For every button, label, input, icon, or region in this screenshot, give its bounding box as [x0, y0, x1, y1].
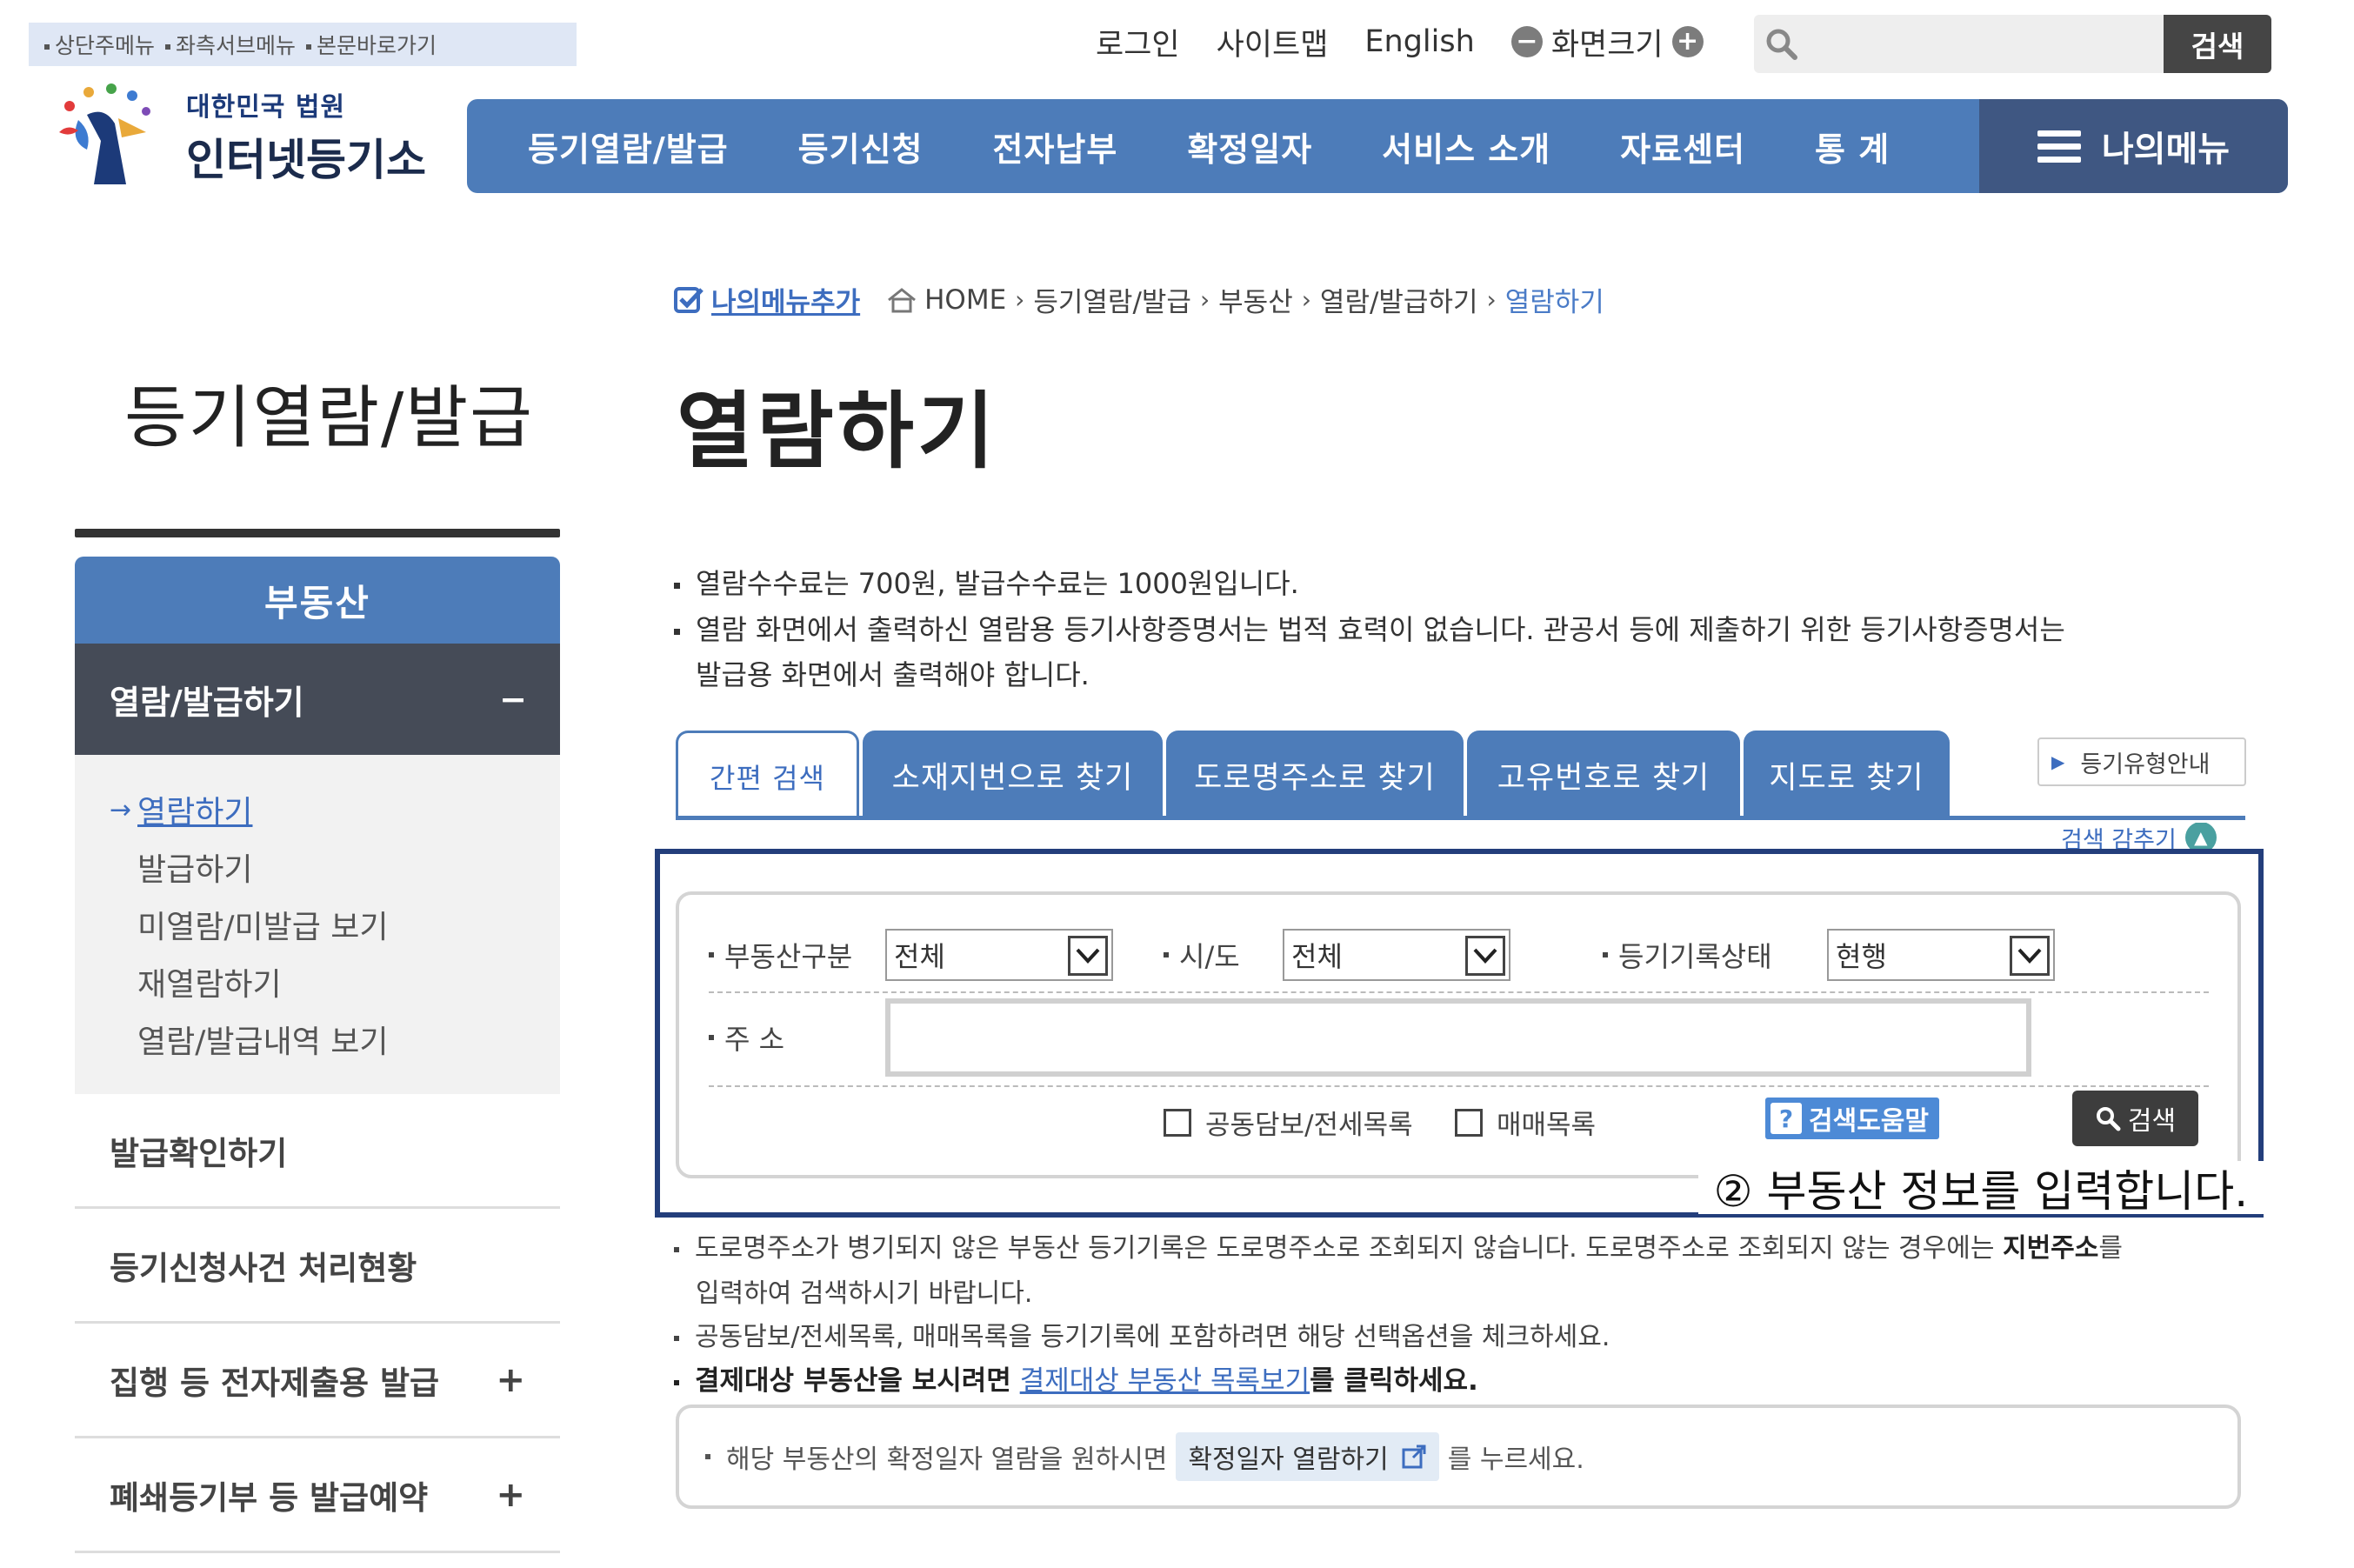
zoom-control: − 화면크기 +	[1510, 20, 1704, 64]
breadcrumb-current: 열람하기	[1504, 287, 1604, 318]
sitemap-link[interactable]: 사이트맵	[1217, 20, 1329, 64]
checkbox-checked-icon	[674, 286, 704, 313]
notice-legal: 열람 화면에서 출력하신 열람용 등기사항증명서는 법적 효력이 없습니다. 관…	[674, 607, 2065, 697]
search-icon	[1754, 27, 1811, 62]
chevron-up-icon: ▲	[2184, 823, 2217, 852]
gnb-item-registry-view[interactable]: 등기열람/발급	[493, 123, 764, 170]
section-title: 등기열람/발급	[124, 379, 534, 457]
english-link[interactable]: English	[1364, 24, 1474, 59]
hide-search-toggle[interactable]: 검색 감추기 ▲	[2061, 823, 2217, 852]
side-nav-item-issue-check[interactable]: 발급확인하기	[75, 1094, 560, 1209]
page-title: 열람하기	[677, 383, 998, 480]
home-icon	[888, 287, 917, 312]
side-nav-sub-review[interactable]: 재열람하기	[110, 953, 560, 1011]
site-search-input[interactable]	[1810, 15, 2164, 73]
skip-link-top-menu[interactable]: 상단주메뉴	[44, 29, 155, 60]
arrow-right-icon: →	[110, 794, 132, 825]
site-logo[interactable]: 대한민국 법원 인터넷등기소	[43, 80, 426, 193]
info-text-post: 를 누르세요.	[1447, 1445, 1584, 1475]
site-search: 검색	[1754, 15, 2271, 73]
side-nav-active-label: 열람/발급하기	[110, 683, 304, 722]
settlement-list-link[interactable]: 결제대상 부동산 목록보기	[1020, 1365, 1310, 1397]
hamburger-icon	[2037, 130, 2081, 163]
breadcrumb-view-issue[interactable]: 열람/발급하기	[1320, 280, 1478, 319]
breadcrumb: 나의메뉴추가 HOME › 등기열람/발급 › 부동산 › 열람/발급하기 › …	[673, 280, 1604, 319]
gnb-item-statistics[interactable]: 통 계	[1780, 123, 1924, 170]
gnb-item-service-intro[interactable]: 서비스 소개	[1347, 123, 1585, 170]
breadcrumb-realestate[interactable]: 부동산	[1218, 280, 1293, 319]
skip-link-content[interactable]: 본문바로가기	[306, 29, 437, 60]
zoom-label: 화면크기	[1550, 27, 1664, 63]
side-nav-item-e-submit[interactable]: 집행 등 전자제출용 발급 +	[75, 1324, 560, 1438]
tab-simple-search[interactable]: 간편 검색	[676, 731, 859, 819]
side-navigation: 부동산 열람/발급하기 − → 열람하기 발급하기 미열람/미발급 보기 재열람하…	[75, 529, 560, 1553]
side-nav-divider	[75, 529, 560, 537]
breadcrumb-home[interactable]: HOME	[924, 284, 1006, 316]
side-nav-sub-history[interactable]: 열람/발급내역 보기	[110, 1011, 560, 1068]
notice-road-address: 도로명주소가 병기되지 않은 부동산 등기기록은 도로명주소로 조회되지 않습니…	[674, 1226, 2123, 1264]
expand-icon: +	[496, 1359, 525, 1400]
side-nav-sub-unviewed[interactable]: 미열람/미발급 보기	[110, 896, 560, 953]
chevron-right-icon: ›	[1199, 285, 1210, 314]
zoom-out-icon[interactable]: −	[1510, 26, 1543, 57]
info-text-pre: 해당 부동산의 확정일자 열람을 원하시면	[726, 1445, 1168, 1475]
side-nav-item-case-status[interactable]: 등기신청사건 처리현황	[75, 1209, 560, 1324]
chevron-right-icon: ›	[1015, 285, 1025, 314]
notice-settlement: 결제대상 부동산을 보시려면 결제대상 부동산 목록보기를 클릭하세요.	[674, 1358, 1478, 1398]
chevron-right-icon: ›	[1301, 285, 1311, 314]
side-nav-active-group[interactable]: 열람/발급하기 −	[75, 644, 560, 755]
breadcrumb-registry[interactable]: 등기열람/발급	[1033, 280, 1191, 319]
side-nav-sub-issue[interactable]: 발급하기	[110, 838, 560, 896]
skip-link-side-menu[interactable]: 좌측서브메뉴	[165, 29, 296, 60]
chevron-right-icon: ›	[1486, 285, 1497, 314]
tab-road-address[interactable]: 도로명주소로 찾기	[1166, 731, 1464, 819]
skip-links: 상단주메뉴 좌측서브메뉴 본문바로가기	[29, 23, 577, 66]
gnb-item-resource-center[interactable]: 자료센터	[1585, 123, 1780, 170]
login-link[interactable]: 로그인	[1096, 20, 1180, 64]
fixed-date-info-box: 해당 부동산의 확정일자 열람을 원하시면 확정일자 열람하기 를 누르세요.	[676, 1405, 2241, 1509]
notice-road-address-cont: 입력하여 검색하시기 바랍니다.	[696, 1278, 1033, 1309]
search-tabs: 간편 검색 소재지번으로 찾기 도로명주소로 찾기 고유번호로 찾기 지도로 찾…	[676, 731, 1950, 819]
side-nav-submenu: → 열람하기 발급하기 미열람/미발급 보기 재열람하기 열람/발급내역 보기	[75, 755, 560, 1094]
expand-icon: +	[496, 1474, 525, 1515]
logo-subtitle: 대한민국 법원	[186, 92, 346, 123]
zoom-in-icon[interactable]: +	[1671, 26, 1704, 57]
external-link-icon	[1402, 1445, 1426, 1469]
notice-options: 공동담보/전세목록, 매매목록을 등기기록에 포함하려면 해당 선택옵션을 체크…	[674, 1315, 1610, 1353]
notice-fee: 열람수수료는 700원, 발급수수료는 1000원입니다.	[674, 561, 1299, 606]
main-navigation: 등기열람/발급 등기신청 전자납부 확정일자 서비스 소개 자료센터 통 계 나…	[467, 99, 2288, 193]
gnb-item-registry-apply[interactable]: 등기신청	[764, 123, 958, 170]
gnb-item-fixed-date[interactable]: 확정일자	[1152, 123, 1347, 170]
triangle-right-icon: ▶	[2051, 751, 2065, 772]
side-nav-item-closed-registry[interactable]: 폐쇄등기부 등 발급예약 +	[75, 1438, 560, 1553]
court-emblem-icon	[59, 83, 150, 184]
side-nav-category[interactable]: 부동산	[75, 557, 560, 644]
fixed-date-view-button[interactable]: 확정일자 열람하기	[1176, 1432, 1439, 1481]
tutorial-caption: ② 부동산 정보를 입력합니다.	[1698, 1161, 2264, 1218]
logo-title: 인터넷등기소	[186, 135, 426, 185]
my-menu-button[interactable]: 나의메뉴	[1979, 99, 2288, 193]
registry-type-guide-button[interactable]: ▶ 등기유형안내	[2037, 737, 2246, 786]
tabs-underline	[676, 816, 2245, 820]
tab-map[interactable]: 지도로 찾기	[1744, 731, 1950, 819]
tab-lot-number[interactable]: 소재지번으로 찾기	[863, 731, 1163, 819]
add-my-menu-link[interactable]: 나의메뉴추가	[673, 280, 860, 319]
site-search-button[interactable]: 검색	[2163, 15, 2271, 73]
utility-bar: 로그인 사이트맵 English − 화면크기 +	[1096, 17, 1704, 66]
my-menu-label: 나의메뉴	[2101, 130, 2231, 170]
collapse-icon[interactable]: −	[499, 680, 527, 718]
gnb-item-e-payment[interactable]: 전자납부	[957, 123, 1152, 170]
tab-unique-number[interactable]: 고유번호로 찾기	[1467, 731, 1740, 819]
side-nav-sub-view[interactable]: → 열람하기	[110, 781, 560, 838]
